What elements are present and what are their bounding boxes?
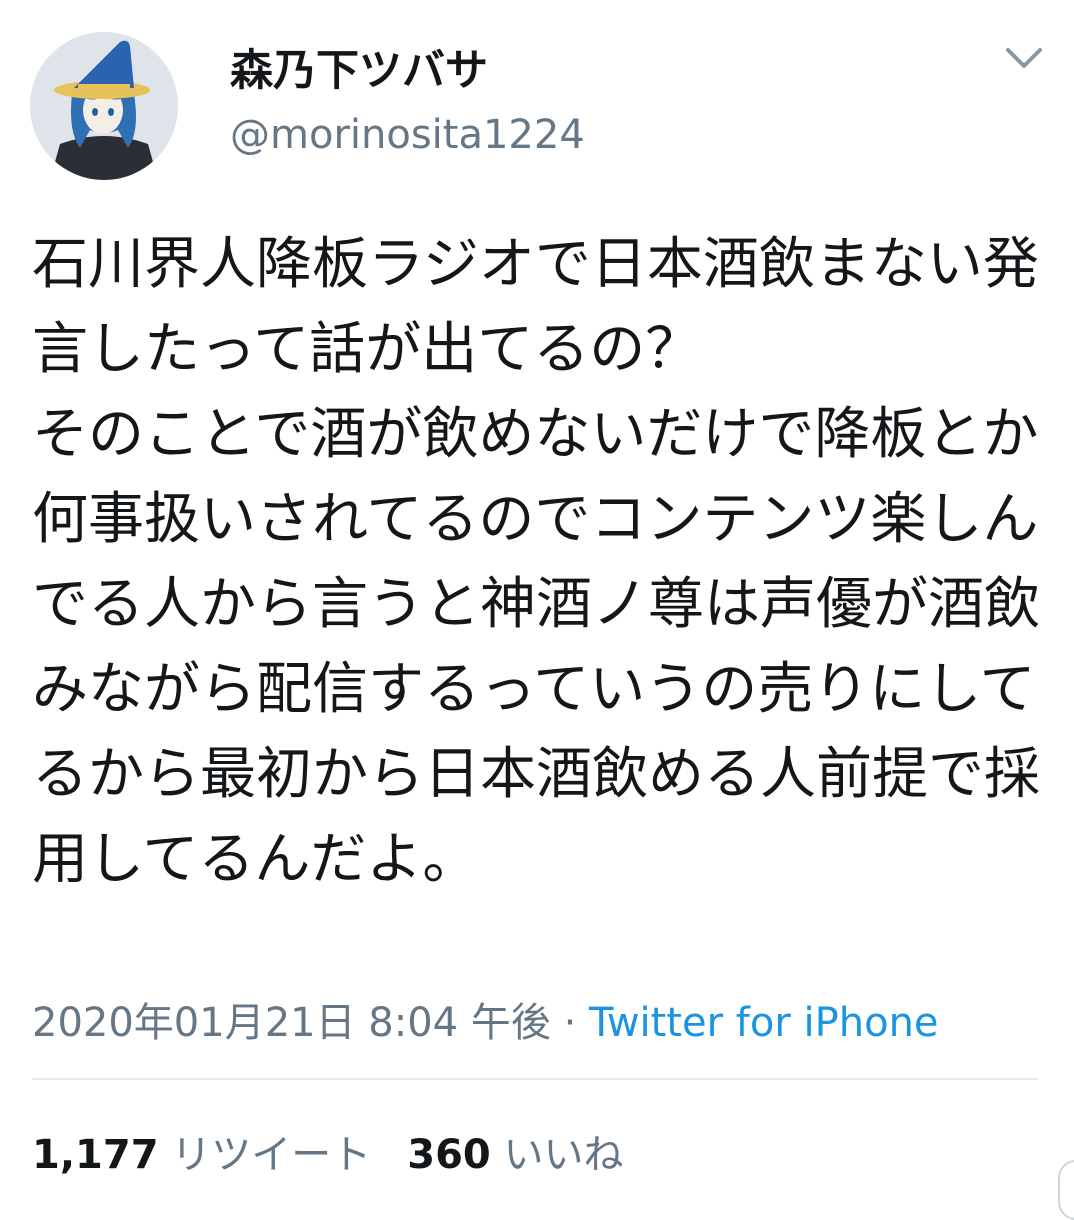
avatar[interactable] <box>30 32 178 180</box>
author-display-name[interactable]: 森乃下ツバサ <box>230 36 488 98</box>
meta-separator: · <box>550 1000 590 1046</box>
divider <box>32 1078 1038 1080</box>
retweets-label: リツイート <box>171 1132 372 1178</box>
partial-button-frame <box>1058 1160 1074 1220</box>
retweets-stat[interactable]: 1,177 リツイート <box>32 1132 371 1178</box>
likes-label: いいね <box>503 1132 624 1178</box>
witch-avatar-icon <box>30 32 178 180</box>
likes-count: 360 <box>407 1132 491 1178</box>
author-handle[interactable]: @morinosita1224 <box>230 112 585 158</box>
chevron-down-icon[interactable] <box>1002 40 1046 76</box>
likes-stat[interactable]: 360 いいね <box>407 1132 623 1178</box>
tweet-meta: 2020年01月21日 8:04 午後 · Twitter for iPhone <box>32 990 939 1048</box>
tweet-stats: 1,177 リツイート 360 いいね <box>32 1122 623 1180</box>
tweet-text: 石川界人降板ラジオで日本酒飲まない発言したって話が出てるの？ そのことで酒が飲め… <box>32 232 1040 892</box>
tweet-source-link[interactable]: Twitter for iPhone <box>589 1000 939 1046</box>
tweet-timestamp[interactable]: 2020年01月21日 8:04 午後 <box>32 1000 551 1046</box>
retweets-count: 1,177 <box>32 1132 159 1178</box>
